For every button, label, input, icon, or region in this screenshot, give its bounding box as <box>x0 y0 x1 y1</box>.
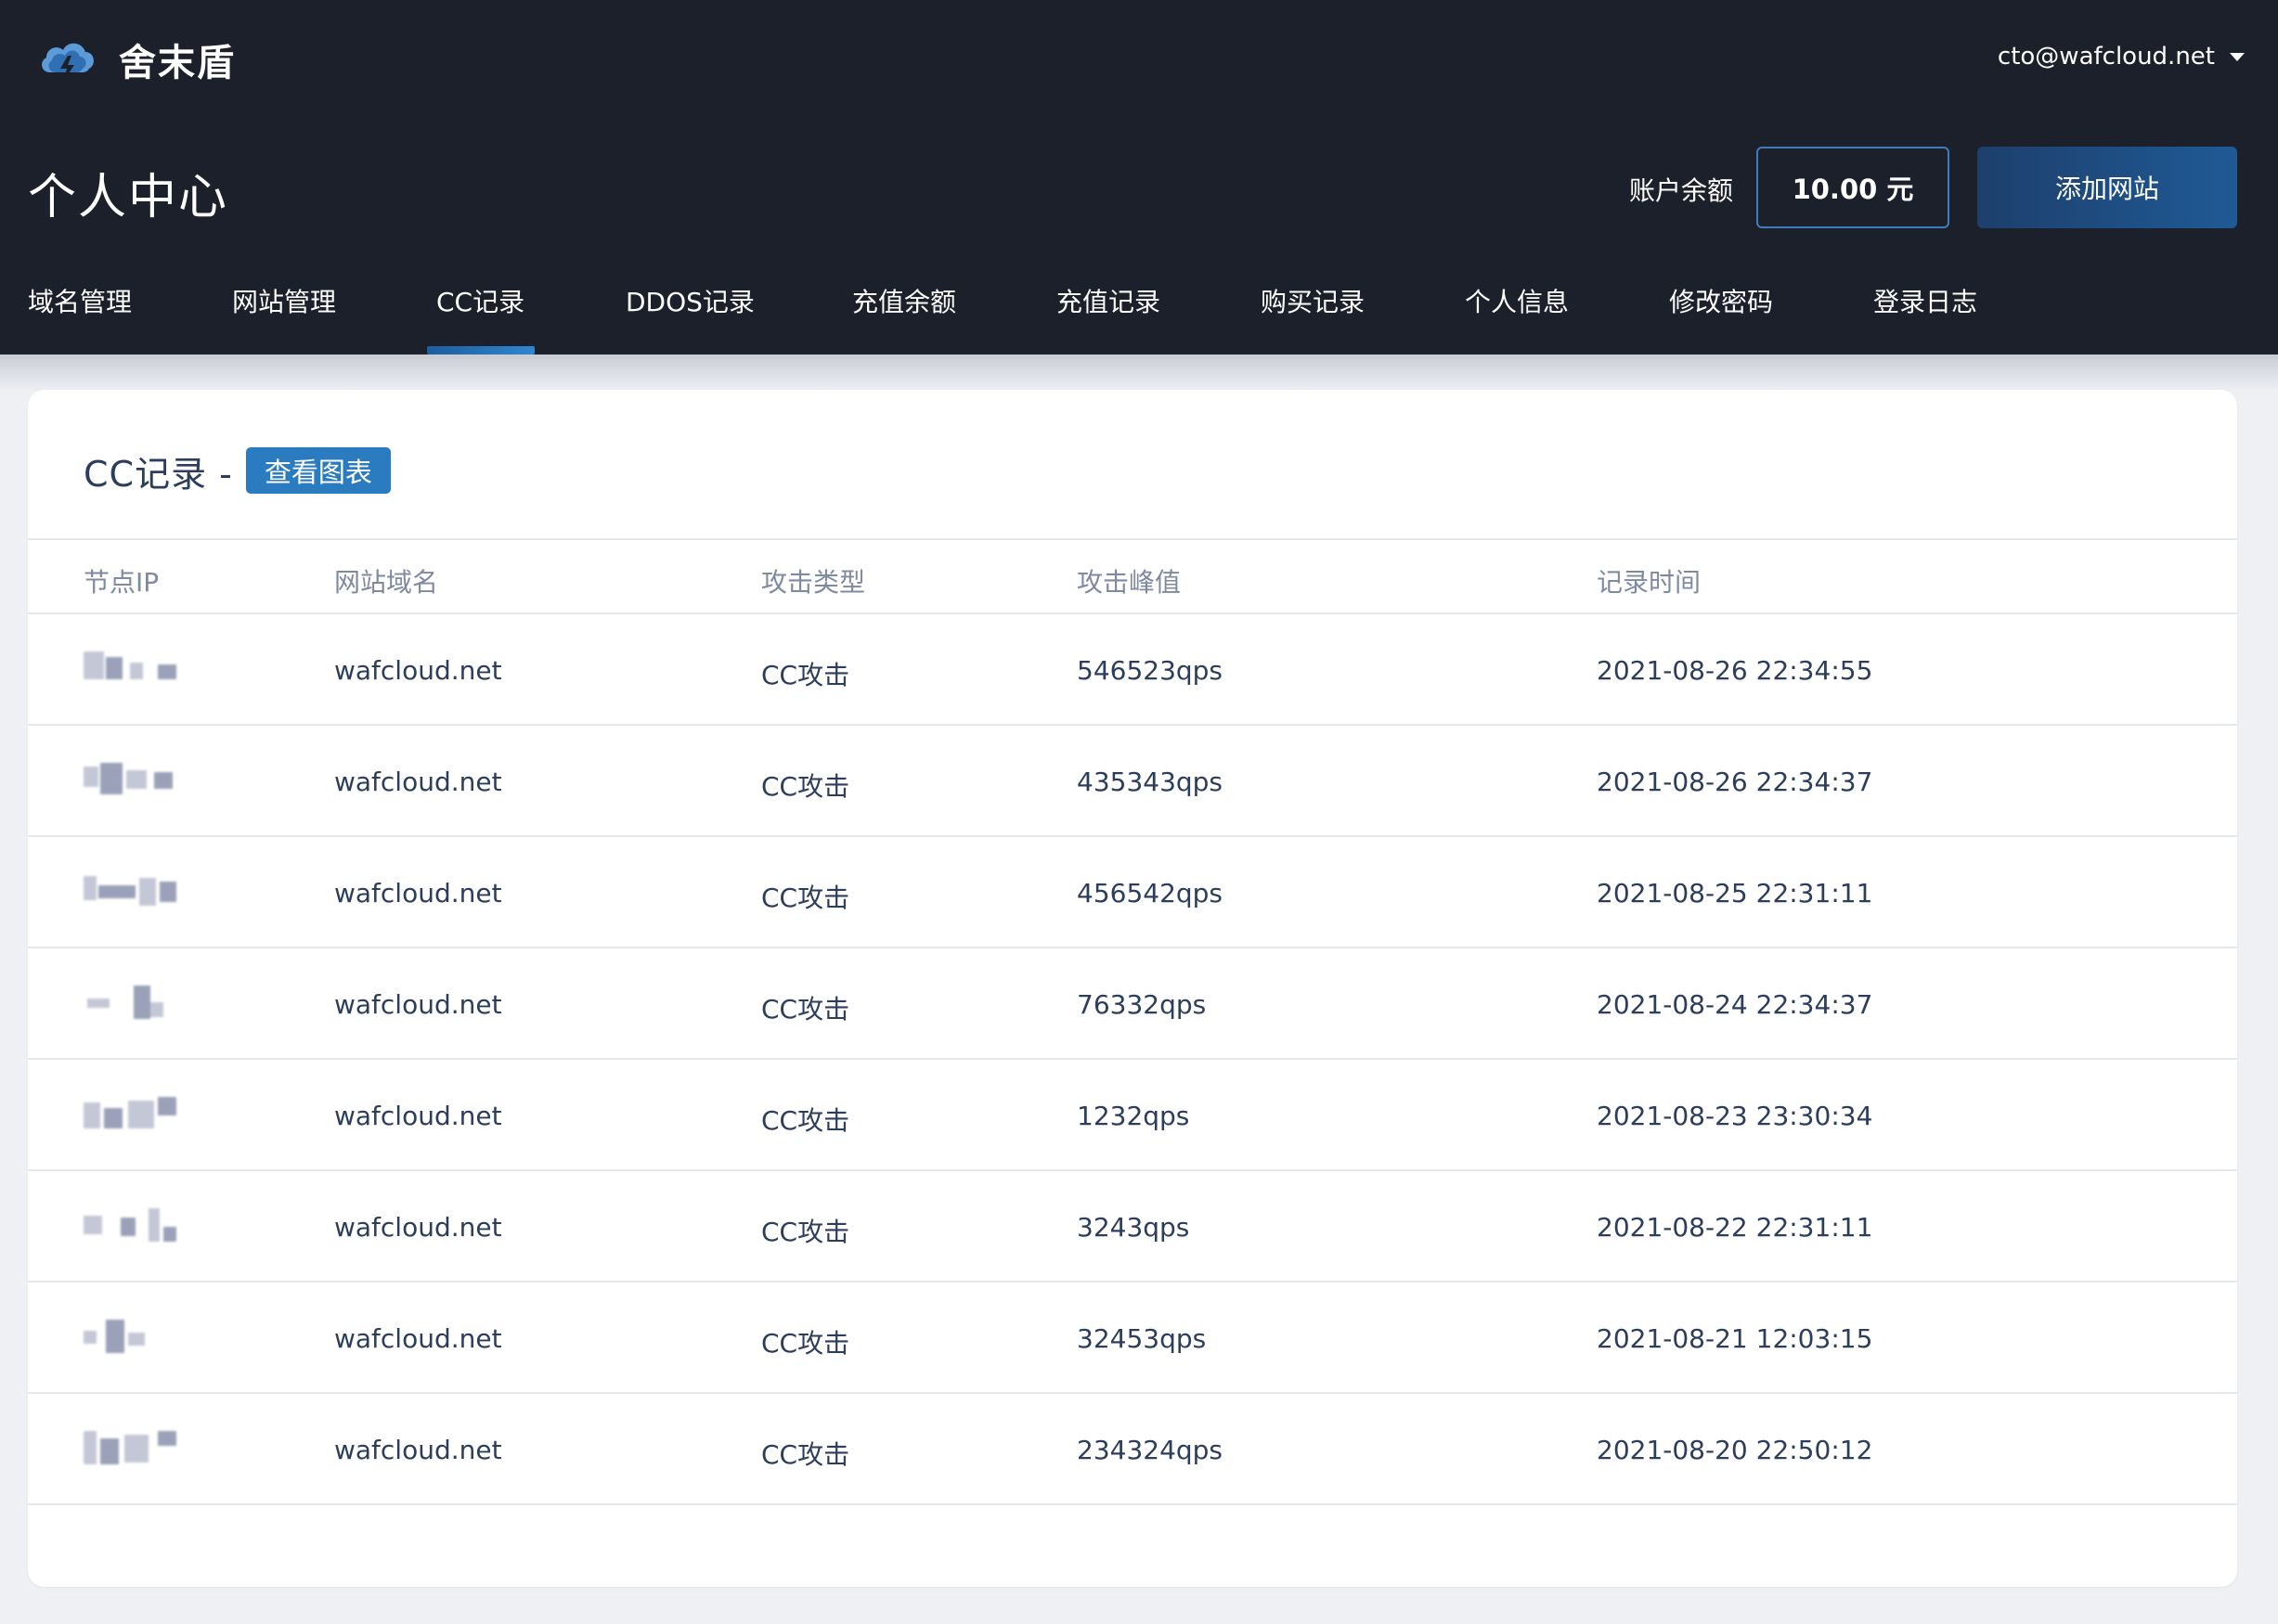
cc-records-card: CC记录 - 查看图表 节点IP 网站域名 攻击类型 攻击峰值 记录时间 waf… <box>28 390 2237 1587</box>
table-row: wafcloud.net CC攻击 32453qps 2021-08-21 12:03… <box>28 1282 2237 1394</box>
header-domain: 网站域名 <box>334 567 439 598</box>
table-header: 节点IP 网站域名 攻击类型 攻击峰值 记录时间 <box>28 538 2237 614</box>
cell-domain: wafcloud.net <box>334 1435 502 1465</box>
node-ip-redacted <box>84 874 176 908</box>
nav-tab-change-password[interactable]: 修改密码 <box>1669 282 1773 319</box>
nav-tab-recharge-records[interactable]: 充值记录 <box>1056 282 1160 319</box>
card-title: CC记录 - 查看图表 <box>84 445 391 496</box>
cell-attack-peak: 234324qps <box>1077 1435 1223 1465</box>
header-attack-peak: 攻击峰值 <box>1077 567 1182 598</box>
user-email: cto@wafcloud.net <box>1997 43 2215 71</box>
table-row: wafcloud.net CC攻击 546523qps 2021-08-26 22:3… <box>28 614 2237 726</box>
cell-domain: wafcloud.net <box>334 878 502 909</box>
brand-name: 舍末盾 <box>119 42 236 84</box>
table-row: wafcloud.net CC攻击 1232qps 2021-08-23 23:30:… <box>28 1060 2237 1171</box>
node-ip-redacted <box>84 763 176 796</box>
node-ip-redacted <box>84 1208 176 1242</box>
cell-domain: wafcloud.net <box>334 1212 502 1243</box>
node-ip-redacted <box>84 651 176 685</box>
cell-attack-peak: 435343qps <box>1077 767 1223 797</box>
cell-record-time: 2021-08-23 23:30:34 <box>1597 1101 1873 1131</box>
card-title-text: CC记录 - <box>84 453 233 495</box>
nav-tab-domains[interactable]: 域名管理 <box>28 282 132 319</box>
cell-record-time: 2021-08-26 22:34:37 <box>1597 767 1873 797</box>
top-header: 舍末盾 cto@wafcloud.net 个人中心 账户余额 10.00 元 添… <box>0 0 2278 354</box>
cell-record-time: 2021-08-25 22:31:11 <box>1597 878 1873 909</box>
header-node-ip: 节点IP <box>84 567 160 598</box>
nav-tab-profile[interactable]: 个人信息 <box>1465 282 1569 319</box>
node-ip-redacted <box>84 986 176 1019</box>
nav-tab-purchase-records[interactable]: 购买记录 <box>1261 282 1365 319</box>
nav-tab-login-log[interactable]: 登录日志 <box>1873 282 1977 319</box>
header-shadow <box>0 354 2278 392</box>
cell-attack-peak: 3243qps <box>1077 1212 1190 1243</box>
cell-attack-peak: 546523qps <box>1077 655 1223 686</box>
cell-attack-type: CC攻击 <box>761 771 850 802</box>
table-row: wafcloud.net CC攻击 3243qps 2021-08-22 22:31:… <box>28 1171 2237 1282</box>
table-row: wafcloud.net CC攻击 456542qps 2021-08-25 22:3… <box>28 837 2237 948</box>
cell-record-time: 2021-08-21 12:03:15 <box>1597 1323 1873 1354</box>
cell-record-time: 2021-08-26 22:34:55 <box>1597 655 1873 686</box>
nav-tab-cc-records[interactable]: CC记录 <box>436 282 524 319</box>
nav-tab-sites[interactable]: 网站管理 <box>232 282 336 319</box>
cell-attack-peak: 76332qps <box>1077 989 1207 1020</box>
cell-attack-type: CC攻击 <box>761 1105 850 1136</box>
balance-value: 10.00 元 <box>1756 147 1949 228</box>
nav-tab-recharge[interactable]: 充值余额 <box>852 282 956 319</box>
caret-down-icon <box>2230 52 2245 61</box>
table-row: wafcloud.net CC攻击 234324qps 2021-08-20 22:5… <box>28 1394 2237 1505</box>
cell-domain: wafcloud.net <box>334 655 502 686</box>
cell-domain: wafcloud.net <box>334 767 502 797</box>
node-ip-redacted <box>84 1320 176 1353</box>
table-row: wafcloud.net CC攻击 76332qps 2021-08-24 22:34… <box>28 948 2237 1060</box>
balance-label: 账户余额 <box>1629 175 1734 206</box>
table-body: wafcloud.net CC攻击 546523qps 2021-08-26 22:3… <box>28 614 2237 1505</box>
cloud-lightning-icon <box>42 43 94 82</box>
header-record-time: 记录时间 <box>1597 567 1702 598</box>
active-tab-indicator <box>427 346 535 354</box>
user-menu[interactable]: cto@wafcloud.net <box>1998 43 2245 71</box>
cell-record-time: 2021-08-24 22:34:37 <box>1597 989 1873 1020</box>
node-ip-redacted <box>84 1097 176 1130</box>
header-attack-type: 攻击类型 <box>761 567 866 598</box>
page-title: 个人中心 <box>28 170 229 226</box>
brand-logo[interactable]: 舍末盾 <box>37 35 236 84</box>
cell-domain: wafcloud.net <box>334 989 502 1020</box>
view-chart-button[interactable]: 查看图表 <box>245 447 391 494</box>
add-site-button[interactable]: 添加网站 <box>1977 147 2237 228</box>
table-row: wafcloud.net CC攻击 435343qps 2021-08-26 22:3… <box>28 726 2237 837</box>
cell-record-time: 2021-08-22 22:31:11 <box>1597 1212 1873 1243</box>
cc-records-table: 节点IP 网站域名 攻击类型 攻击峰值 记录时间 wafcloud.net CC攻… <box>28 538 2237 1505</box>
cell-attack-type: CC攻击 <box>761 883 850 913</box>
cell-attack-peak: 456542qps <box>1077 878 1223 909</box>
nav-tab-ddos-records[interactable]: DDOS记录 <box>626 282 755 319</box>
cell-domain: wafcloud.net <box>334 1101 502 1131</box>
cell-attack-type: CC攻击 <box>761 1328 850 1359</box>
cell-attack-type: CC攻击 <box>761 994 850 1025</box>
cell-attack-type: CC攻击 <box>761 1217 850 1247</box>
cell-attack-type: CC攻击 <box>761 660 850 690</box>
cell-domain: wafcloud.net <box>334 1323 502 1354</box>
cell-attack-type: CC攻击 <box>761 1439 850 1470</box>
cell-attack-peak: 32453qps <box>1077 1323 1207 1354</box>
node-ip-redacted <box>84 1431 176 1464</box>
cell-attack-peak: 1232qps <box>1077 1101 1190 1131</box>
cell-record-time: 2021-08-20 22:50:12 <box>1597 1435 1873 1465</box>
